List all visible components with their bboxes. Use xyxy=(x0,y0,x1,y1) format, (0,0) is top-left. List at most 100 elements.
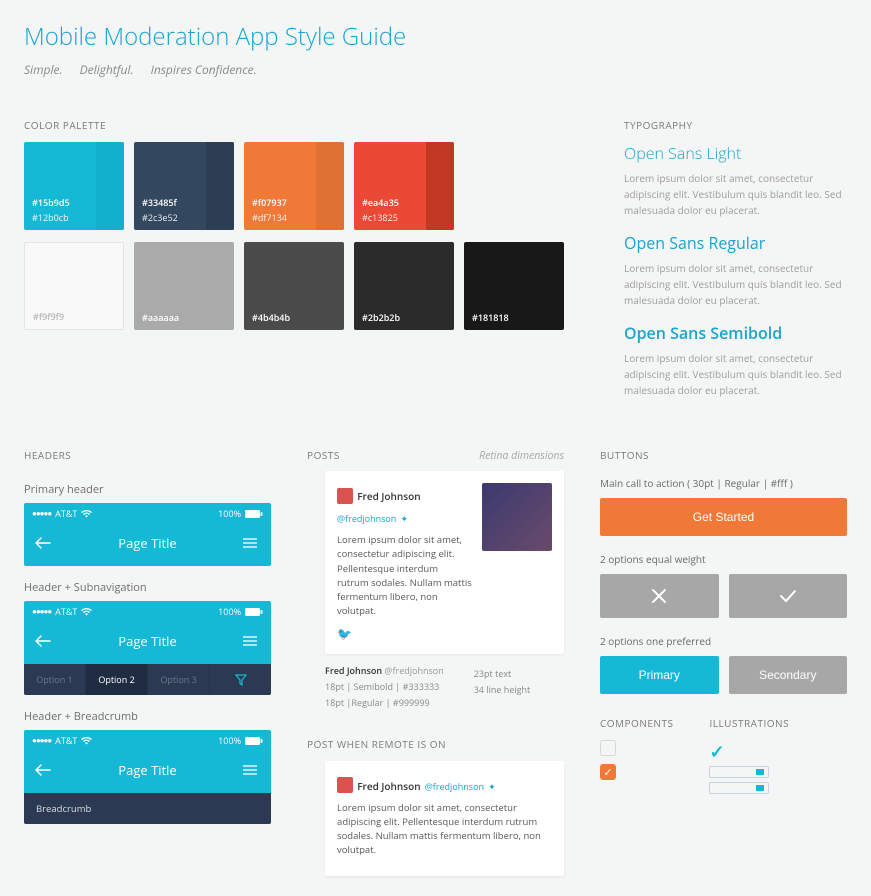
menu-icon[interactable] xyxy=(243,636,261,646)
title-bar: Page Title xyxy=(24,751,271,793)
posts-remote-label: POST WHEN REMOTE IS ON xyxy=(307,737,564,751)
hex: #4b4b4b xyxy=(252,311,336,324)
swatch-darkgray: #4b4b4b xyxy=(244,242,344,330)
type-body: Lorem ipsum dolor sit amet, consectetur … xyxy=(624,260,847,308)
type-body: Lorem ipsum dolor sit amet, consectetur … xyxy=(624,170,847,218)
status-bar: ●●●●● AT&T 100% xyxy=(24,601,271,622)
hex-shade: #2c3e52 xyxy=(142,211,226,224)
meta-line-1: 18pt | Semibold | #333333 xyxy=(325,680,444,693)
hex: #aaaaaa xyxy=(142,311,226,324)
subnav-option-3[interactable]: Option 3 xyxy=(148,664,210,695)
type-sample-light: Open Sans Light Lorem ipsum dolor sit am… xyxy=(624,142,847,218)
buttons-label: BUTTONS xyxy=(600,448,847,462)
carrier: AT&T xyxy=(55,507,77,520)
swatch-offwhite: #f9f9f9 xyxy=(24,242,124,330)
post-handle: @fredjohnson xyxy=(425,780,484,793)
headers-label: HEADERS xyxy=(24,448,271,462)
menu-icon[interactable] xyxy=(243,538,261,548)
battery-icon xyxy=(245,510,263,518)
post-image xyxy=(482,483,552,551)
illustrations-block: ILLUSTRATIONS ✓ xyxy=(709,716,789,798)
type-sample-regular: Open Sans Regular Lorem ipsum dolor sit … xyxy=(624,232,847,308)
hex: #f07937 xyxy=(252,196,336,209)
headers-section: HEADERS Primary header ●●●●● AT&T 100% P… xyxy=(24,448,271,876)
post-handle: @fredjohnson xyxy=(337,512,396,525)
posts-label: POSTS xyxy=(307,448,340,462)
accept-button[interactable] xyxy=(729,574,848,618)
illustration-sample: ✓ xyxy=(709,740,769,794)
swatch-charcoal: #2b2b2b xyxy=(354,242,454,330)
battery-icon xyxy=(245,608,263,616)
tagline-2: Delightful. xyxy=(80,61,134,78)
type-heading: Open Sans Light xyxy=(624,142,847,164)
reject-button[interactable] xyxy=(600,574,719,618)
components-label: COMPONENTS xyxy=(600,716,673,730)
hex: #ea4a35 xyxy=(362,196,446,209)
sub-header-subnav: Header + Subnavigation xyxy=(24,580,271,595)
primary-header-mock: ●●●●● AT&T 100% Page Title xyxy=(24,503,271,566)
hex-shade: #df7134 xyxy=(252,211,336,224)
header-subnav-mock: ●●●●● AT&T 100% Page Title Option 1 Opti… xyxy=(24,601,271,695)
palette-section: COLOR PALETTE #15b9d5 #12b0cb #33485f #2… xyxy=(24,118,564,412)
meta-line-2: 18pt |Regular | #999999 xyxy=(325,696,444,709)
breadcrumb-bar[interactable]: Breadcrumb xyxy=(24,793,271,824)
signal-icon: ●●●●● xyxy=(32,606,51,617)
title-text: Page Title xyxy=(118,761,176,779)
typography-section: TYPOGRAPHY Open Sans Light Lorem ipsum d… xyxy=(624,118,847,412)
secondary-button[interactable]: Secondary xyxy=(729,656,848,694)
check-icon: ✓ xyxy=(709,740,769,764)
page-title: Mobile Moderation App Style Guide xyxy=(24,20,847,53)
swatch-row-2: #f9f9f9 #aaaaaa #4b4b4b #2b2b2b #181818 xyxy=(24,242,564,330)
cta-desc: Main call to action ( 30pt | Regular | #… xyxy=(600,476,847,490)
checkbox-checked[interactable]: ✓ xyxy=(600,764,616,780)
battery-pct: 100% xyxy=(218,507,241,520)
type-body: Lorem ipsum dolor sit amet, consectetur … xyxy=(624,350,847,398)
header-breadcrumb-mock: ●●●●● AT&T 100% Page Title Breadcrumb xyxy=(24,730,271,824)
battery-pct: 100% xyxy=(218,734,241,747)
title-bar: Page Title xyxy=(24,524,271,566)
posts-note: Retina dimensions xyxy=(479,449,564,463)
menu-icon[interactable] xyxy=(243,765,261,775)
sub-primary-header: Primary header xyxy=(24,482,271,497)
wifi-icon xyxy=(81,737,92,745)
signal-icon: ●●●●● xyxy=(32,508,51,519)
subnav-option-1[interactable]: Option 1 xyxy=(24,664,86,695)
back-arrow-icon[interactable] xyxy=(34,532,52,554)
post-card: Fred Johnson @fredjohnson ✦ Lorem ipsum … xyxy=(325,471,564,654)
post-card-remote: Fred Johnson @fredjohnson ✦ Lorem ipsum … xyxy=(325,761,564,876)
components-block: COMPONENTS ✓ xyxy=(600,716,673,798)
subnav-option-2[interactable]: Option 2 xyxy=(86,664,148,695)
back-arrow-icon[interactable] xyxy=(34,630,52,652)
title-bar: Page Title xyxy=(24,622,271,664)
sub-header-breadcrumb: Header + Breadcrumb xyxy=(24,709,271,724)
hex: #2b2b2b xyxy=(362,311,446,324)
back-arrow-icon[interactable] xyxy=(34,759,52,781)
battery-icon xyxy=(245,737,263,745)
tagline: Simple. Delightful. Inspires Confidence. xyxy=(24,61,847,78)
get-started-button[interactable]: Get Started xyxy=(600,498,847,536)
swatch-orange: #f07937 #df7134 xyxy=(244,142,344,230)
filter-icon[interactable] xyxy=(210,664,271,695)
post-body: Lorem ipsum dolor sit amet, consectetur … xyxy=(337,533,472,619)
typography-label: TYPOGRAPHY xyxy=(624,118,847,132)
post-body: Lorem ipsum dolor sit amet, consectetur … xyxy=(337,801,552,858)
equal-weight-desc: 2 options equal weight xyxy=(600,552,847,566)
meta-handle: @fredjohnson xyxy=(384,664,443,677)
primary-button[interactable]: Primary xyxy=(600,656,719,694)
twitter-icon: 🐦 xyxy=(337,625,472,642)
carrier: AT&T xyxy=(55,734,77,747)
buttons-section: BUTTONS Main call to action ( 30pt | Reg… xyxy=(600,448,847,876)
swatch-cyan: #15b9d5 #12b0cb xyxy=(24,142,124,230)
tagline-1: Simple. xyxy=(24,61,62,78)
wifi-icon xyxy=(81,608,92,616)
checkbox-unchecked[interactable] xyxy=(600,740,616,756)
tagline-3: Inspires Confidence. xyxy=(151,61,257,78)
battery-pct: 100% xyxy=(218,605,241,618)
verified-icon: ✦ xyxy=(488,780,496,793)
illustrations-label: ILLUSTRATIONS xyxy=(709,716,789,730)
carrier: AT&T xyxy=(55,605,77,618)
swatch-red: #ea4a35 #c13825 xyxy=(354,142,454,230)
signal-icon: ●●●●● xyxy=(32,735,51,746)
x-icon xyxy=(651,588,667,604)
meta-line-3: 23pt text xyxy=(474,667,531,680)
